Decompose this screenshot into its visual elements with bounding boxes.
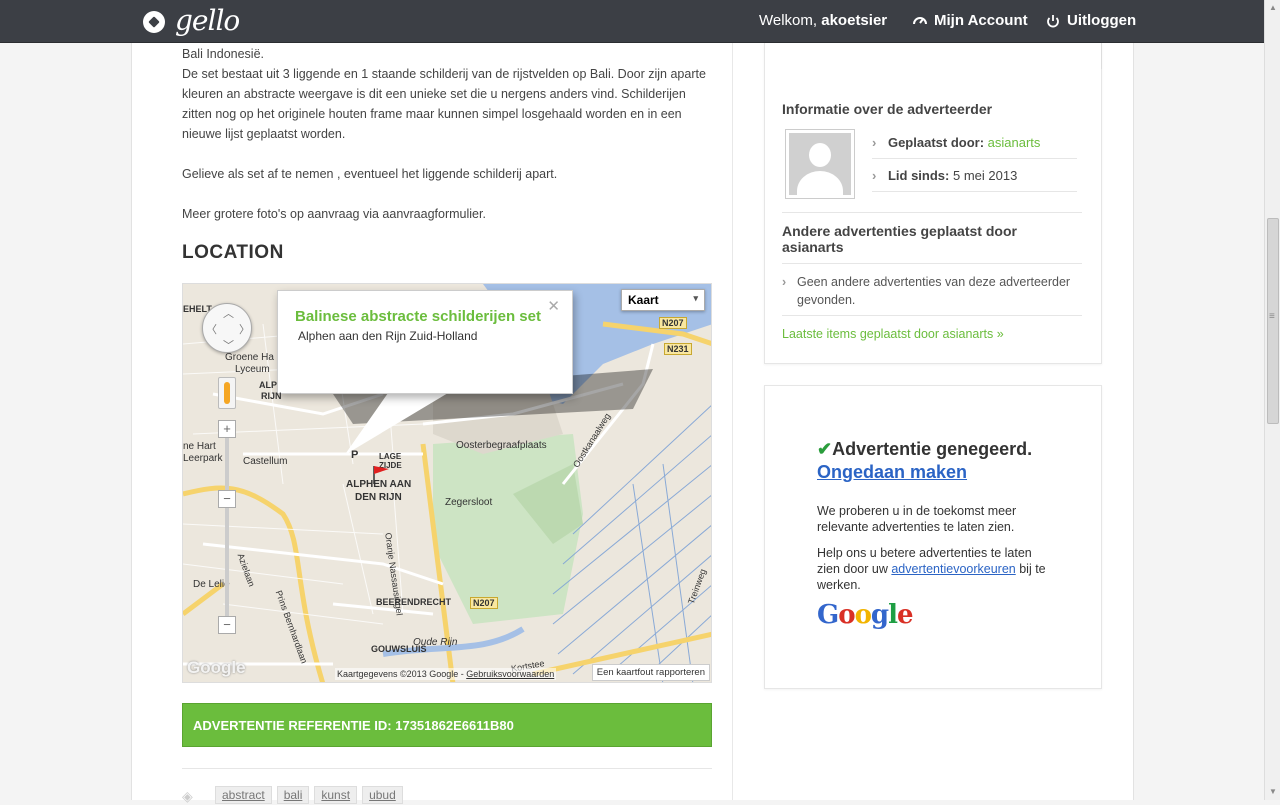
divider: [782, 212, 1082, 213]
ad-preferences-link[interactable]: advertentievoorkeuren: [891, 562, 1015, 576]
ad-slot-panel: [764, 385, 1102, 689]
divider: [782, 263, 1082, 264]
street-view-pegman-icon[interactable]: [218, 377, 236, 409]
pan-down-icon[interactable]: ﹀: [223, 337, 234, 353]
pan-right-icon[interactable]: 〉: [239, 321, 250, 337]
username: akoetsier: [821, 12, 888, 29]
divider: [872, 158, 1077, 159]
member-since: › Lid sinds: 5 mei 2013: [872, 168, 1018, 183]
avatar: [785, 129, 855, 199]
close-icon[interactable]: ✕: [547, 297, 560, 315]
zoom-slider-track[interactable]: [225, 429, 229, 629]
my-account-link[interactable]: Mijn Account: [912, 12, 1028, 29]
map-label-groene-hart: Groene Ha: [225, 352, 274, 363]
divider: [872, 191, 1077, 192]
scrollbar-thumb[interactable]: [1267, 218, 1279, 424]
tag-item[interactable]: ubud: [362, 786, 403, 804]
map-label-beerendrecht: BEERENDRECHT: [376, 597, 452, 607]
terms-link[interactable]: Gebruiksvoorwaarden: [466, 669, 554, 679]
tag-item[interactable]: abstract: [215, 786, 272, 804]
tag-item[interactable]: kunst: [314, 786, 358, 804]
user-placeholder-icon: [789, 133, 851, 195]
map-label-den-rijn: DEN RIJN: [355, 492, 402, 503]
google-map-watermark: Google: [187, 658, 246, 677]
pan-left-icon[interactable]: 〈: [206, 321, 217, 337]
info-window-title[interactable]: Balinese abstracte schilderijen set: [295, 308, 541, 325]
map-label-zegersloot: Zegersloot: [445, 497, 493, 508]
report-map-error-link[interactable]: Een kaartfout rapporteren: [591, 664, 710, 681]
other-ads-text: › Geen andere advertenties van deze adve…: [782, 275, 1071, 307]
road-sign-n207-bottom: N207: [470, 597, 498, 609]
map-label-ne-hart: ne Hart: [183, 441, 216, 452]
dashboard-icon: [913, 16, 927, 24]
map-pan-control[interactable]: ︿ ﹀ 〈 〉: [202, 303, 252, 353]
road-sign-n207-top: N207: [659, 317, 687, 329]
map-type-select[interactable]: Kaart: [621, 289, 705, 311]
map-label-oude-rijn: Oude Rijn: [413, 637, 458, 648]
divider: [182, 768, 712, 769]
pan-up-icon[interactable]: ︿: [223, 305, 234, 321]
ad-ignored-heading: ✔Advertentie genegeerd.: [817, 439, 1033, 459]
map-label-alp: ALP: [259, 380, 277, 390]
scroll-up-icon[interactable]: ▲: [1265, 0, 1280, 16]
advertiser-heading: Informatie over de adverteerder: [782, 101, 993, 117]
info-window-subtitle: Alphen aan den Rijn Zuid-Holland: [298, 329, 478, 343]
divider: [782, 315, 1082, 316]
map-parking-marker: P: [351, 449, 359, 461]
tag-logo-icon[interactable]: [143, 11, 165, 33]
other-ads-heading: Andere advertenties geplaatst door asian…: [782, 223, 1017, 255]
power-icon: [1047, 14, 1059, 27]
latest-items-link[interactable]: Laatste items geplaatst door asianarts »: [782, 327, 1004, 341]
location-map[interactable]: Balinese abstracte schilderijen set Alph…: [182, 283, 712, 683]
ad-description: Bali Indonesië. De set bestaat uit 3 lig…: [182, 47, 706, 221]
tag-list: ◈ abstract bali kunst ubud: [182, 786, 403, 804]
road-sign-n231: N231: [664, 343, 692, 355]
ad-reference-id: ADVERTENTIE REFERENTIE ID: 17351862E6611…: [182, 703, 712, 747]
map-attribution: Kaartgegevens ©2013 Google - Gebruiksvoo…: [335, 668, 557, 680]
chevron-right-icon: ›: [872, 168, 877, 183]
scroll-down-icon[interactable]: ▼: [1265, 784, 1280, 800]
zoom-out-icon[interactable]: −: [218, 616, 236, 634]
posted-by: › Geplaatst door: asianarts: [872, 135, 1041, 150]
map-info-window[interactable]: Balinese abstracte schilderijen set Alph…: [277, 290, 573, 394]
chevron-right-icon: ›: [872, 135, 877, 150]
map-label-lage: LAGE: [379, 452, 402, 461]
zoom-slider-handle[interactable]: −: [218, 490, 236, 508]
checkmark-icon: ✔: [817, 439, 833, 459]
tag-item[interactable]: bali: [276, 786, 310, 804]
chevron-right-icon: ›: [782, 275, 787, 289]
top-navigation-bar: gello Welkom, akoetsier Mijn Account Uit…: [0, 0, 1264, 43]
map-label-rijn-left: RIJN: [261, 391, 282, 401]
undo-link[interactable]: Ongedaan maken: [817, 462, 967, 483]
location-heading: LOCATION: [182, 242, 284, 263]
welcome-text: Welkom, akoetsier: [759, 12, 888, 29]
logout-link[interactable]: Uitloggen: [1045, 12, 1136, 29]
panel-edge: [1101, 43, 1102, 69]
ad-preferences-text: Help ons u betere advertenties te laten …: [817, 546, 1046, 592]
site-logo[interactable]: gello: [175, 4, 240, 37]
advertiser-link[interactable]: asianarts: [988, 135, 1041, 150]
map-label-castellum: Castellum: [243, 456, 288, 467]
google-logo: Google: [817, 600, 914, 630]
ad-notice-text: We proberen u in de toekomst meer releva…: [817, 504, 1017, 534]
map-label-leerpark: Leerpark: [183, 453, 223, 464]
location-flag-marker[interactable]: [371, 464, 391, 484]
zoom-in-icon[interactable]: +: [218, 420, 236, 438]
map-label-lyceum: Lyceum: [235, 364, 270, 375]
map-label-oosterbegraafplaats: Oosterbegraafplaats: [456, 440, 547, 451]
page-scrollbar[interactable]: ▲ ▼: [1264, 0, 1280, 800]
column-divider: [732, 43, 733, 800]
